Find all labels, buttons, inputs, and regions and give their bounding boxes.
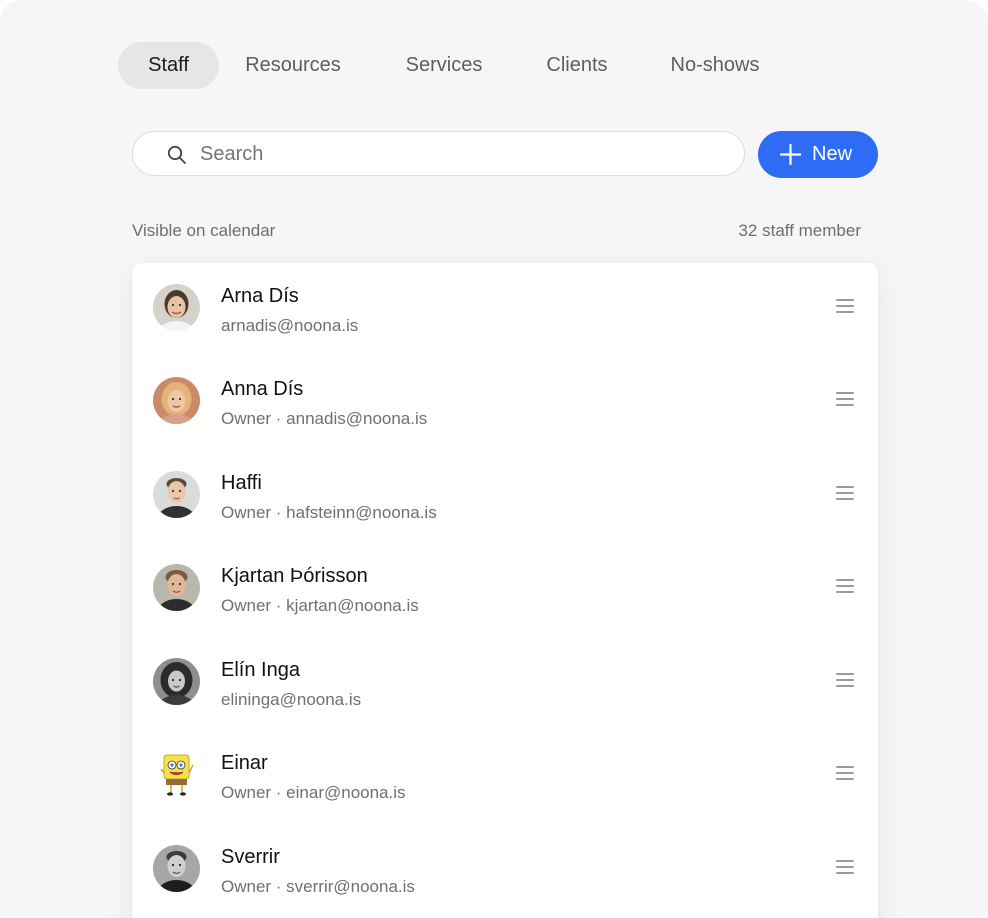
plus-icon [780, 144, 801, 165]
avatar [153, 658, 200, 705]
search-input[interactable] [200, 132, 700, 177]
staff-detail: Owner · hafsteinn@noona.is [221, 503, 437, 522]
tab-services[interactable]: Services [385, 42, 503, 89]
avatar [153, 284, 200, 331]
staff-detail: Owner · kjartan@noona.is [221, 596, 419, 615]
staff-row[interactable]: Anna Dís Owner · annadis@noona.is [132, 356, 878, 449]
staff-detail: Owner · sverrir@noona.is [221, 877, 415, 896]
staff-name: Haffi [221, 472, 262, 494]
staff-list: Arna Dís arnadis@noona.is Anna Dís Owner… [132, 263, 878, 918]
drag-handle-icon[interactable] [836, 766, 854, 780]
staff-detail: elininga@noona.is [221, 690, 362, 709]
staff-detail: Owner · einar@noona.is [221, 783, 406, 802]
staff-name: Arna Dís [221, 285, 299, 307]
staff-row[interactable]: Haffi Owner · hafsteinn@noona.is [132, 450, 878, 543]
staff-panel: Staff Resources Services Clients No-show… [0, 0, 988, 918]
staff-name: Elín Inga [221, 659, 300, 681]
search-icon [167, 145, 186, 164]
new-button-label: New [812, 143, 853, 165]
staff-row[interactable]: Einar Owner · einar@noona.is [132, 730, 878, 823]
staff-row[interactable]: Sverrir Owner · sverrir@noona.is [132, 824, 878, 917]
drag-handle-icon[interactable] [836, 299, 854, 313]
staff-name: Kjartan Þórisson [221, 565, 368, 587]
avatar [153, 377, 200, 424]
search-bar[interactable] [132, 131, 745, 177]
staff-name: Einar [221, 752, 268, 774]
staff-row[interactable]: Arna Dís arnadis@noona.is [132, 263, 878, 356]
staff-row[interactable]: Kjartan Þórisson Owner · kjartan@noona.i… [132, 543, 878, 636]
avatar [153, 471, 200, 518]
staff-detail: Owner · annadis@noona.is [221, 409, 428, 428]
staff-count: 32 staff member [738, 221, 861, 240]
drag-handle-icon[interactable] [836, 673, 854, 687]
staff-row[interactable]: Elín Inga elininga@noona.is [132, 637, 878, 730]
drag-handle-icon[interactable] [836, 486, 854, 500]
staff-detail: arnadis@noona.is [221, 316, 359, 335]
drag-handle-icon[interactable] [836, 392, 854, 406]
tab-clients[interactable]: Clients [530, 42, 624, 89]
new-button[interactable]: New [758, 131, 878, 178]
visible-on-calendar-label: Visible on calendar [132, 221, 276, 240]
staff-name: Sverrir [221, 846, 280, 868]
avatar [153, 751, 200, 798]
drag-handle-icon[interactable] [836, 579, 854, 593]
tab-resources[interactable]: Resources [230, 42, 356, 89]
avatar [153, 845, 200, 892]
drag-handle-icon[interactable] [836, 860, 854, 874]
tab-no-shows[interactable]: No-shows [651, 42, 779, 89]
staff-name: Anna Dís [221, 378, 304, 400]
tab-staff[interactable]: Staff [118, 42, 219, 89]
avatar [153, 564, 200, 611]
